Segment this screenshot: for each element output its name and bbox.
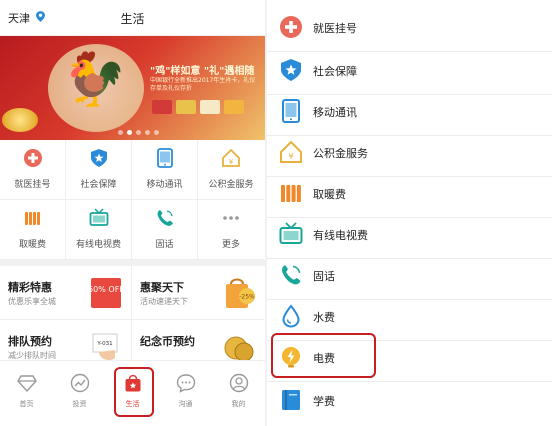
service-heating[interactable]: 取暖费 bbox=[0, 200, 66, 260]
user-icon bbox=[229, 373, 248, 393]
bank-card-image bbox=[152, 100, 172, 114]
carousel-dot[interactable] bbox=[136, 130, 141, 135]
tab-label: 投资 bbox=[72, 400, 87, 408]
service-housing-fund[interactable]: ¥ 公积金服务 bbox=[198, 140, 264, 200]
top-bar: 天津 生活 bbox=[0, 0, 265, 36]
promo-banner[interactable]: 🐓 "鸡"样如意 "礼"遇相随 中国银行全新推出2017年生肖卡，礼仪存单及礼仪… bbox=[0, 36, 265, 140]
svg-text:¥: ¥ bbox=[288, 152, 293, 161]
tab-chat[interactable]: 沟通 bbox=[159, 373, 212, 417]
promo-global-deals[interactable]: 惠聚天下 活动速递天下 -25% bbox=[132, 266, 264, 320]
svg-text:¥: ¥ bbox=[229, 158, 234, 166]
water-drop-icon bbox=[282, 304, 300, 328]
house-icon: ¥ bbox=[280, 140, 302, 163]
radiator-icon bbox=[25, 212, 40, 225]
bank-card-image bbox=[176, 100, 196, 114]
service-cable-tv[interactable]: 有线电视费 bbox=[66, 200, 132, 260]
service-social-security[interactable]: 社会保障 bbox=[66, 140, 132, 200]
list-item-label: 水费 bbox=[313, 311, 335, 324]
service-mobile[interactable]: 移动通讯 bbox=[132, 140, 198, 200]
tab-me[interactable]: 我的 bbox=[212, 373, 265, 417]
diamond-icon bbox=[16, 375, 37, 393]
page-title: 生活 bbox=[120, 12, 145, 26]
shield-star-icon bbox=[91, 149, 107, 167]
carousel-dot[interactable] bbox=[145, 130, 150, 135]
tv-icon bbox=[279, 222, 303, 244]
promo-badge: 50% OFF bbox=[89, 285, 123, 294]
list-item-label: 学费 bbox=[313, 395, 335, 408]
gold-ingot-icon bbox=[2, 108, 38, 132]
list-item-label: 公积金服务 bbox=[313, 147, 368, 160]
promo-special-offers[interactable]: 精彩特惠 优惠乐享全城 50% OFF bbox=[0, 266, 132, 320]
tab-home[interactable]: 首页 bbox=[0, 373, 53, 417]
carousel-indicator bbox=[118, 130, 159, 135]
list-item-label: 固话 bbox=[313, 270, 335, 283]
service-grid: 就医挂号 社会保障 移动通讯 ¥ 公积金服务 取暖费 有线电视费 固话 更多 bbox=[0, 140, 265, 260]
life-screen: 天津 生活 🐓 "鸡"样如意 "礼"遇相随 中国银行全新推出2017年生肖卡，礼… bbox=[0, 0, 265, 426]
tab-highlight-box bbox=[114, 367, 154, 417]
list-item-medical[interactable]: 就医挂号 bbox=[267, 3, 552, 52]
list-item-label: 移动通讯 bbox=[313, 106, 357, 119]
electricity-highlight-box bbox=[271, 333, 376, 378]
service-label: 取暖费 bbox=[18, 240, 46, 250]
service-more[interactable]: 更多 bbox=[198, 200, 264, 260]
tab-label: 沟通 bbox=[178, 400, 193, 408]
promo-subtitle: 活动速递天下 bbox=[140, 297, 188, 306]
list-item-label: 社会保障 bbox=[313, 65, 357, 78]
list-item-label: 就医挂号 bbox=[313, 22, 357, 35]
promo-badge: Y-031 bbox=[96, 341, 112, 347]
service-label: 就医挂号 bbox=[14, 180, 51, 190]
tab-label: 我的 bbox=[231, 400, 246, 408]
promo-title: 惠聚天下 bbox=[140, 281, 184, 294]
bank-card-image bbox=[200, 100, 220, 114]
more-icon bbox=[223, 216, 239, 220]
list-item-tuition[interactable]: 学费 bbox=[267, 376, 552, 425]
tv-icon bbox=[89, 208, 109, 226]
banner-headline: "鸡"样如意 "礼"遇相随 bbox=[150, 66, 255, 77]
service-landline[interactable]: 固话 bbox=[132, 200, 198, 260]
medical-plus-icon bbox=[24, 149, 42, 167]
phone-icon bbox=[282, 265, 301, 285]
service-label: 公积金服务 bbox=[208, 180, 254, 190]
service-label: 社会保障 bbox=[80, 180, 117, 190]
chat-icon bbox=[176, 374, 195, 393]
book-icon bbox=[282, 390, 300, 410]
house-icon: ¥ bbox=[222, 148, 240, 167]
shield-star-icon bbox=[281, 59, 301, 81]
medical-plus-icon bbox=[280, 16, 302, 38]
tablet-icon bbox=[157, 148, 173, 168]
tab-label: 首页 bbox=[19, 400, 34, 408]
discount-tag-icon: 50% OFF bbox=[89, 278, 123, 308]
carousel-dot-active[interactable] bbox=[127, 130, 132, 135]
promo-title: 排队预约 bbox=[8, 335, 52, 348]
promo-title: 精彩特惠 bbox=[8, 281, 52, 294]
carousel-dot[interactable] bbox=[154, 130, 159, 135]
service-label: 有线电视费 bbox=[75, 240, 121, 250]
list-item-label: 有线电视费 bbox=[313, 229, 368, 242]
banner-subtitle: 中国银行全新推出2017年生肖卡，礼仪存单及礼仪存折 bbox=[150, 77, 256, 93]
service-label: 更多 bbox=[221, 240, 240, 250]
promo-title: 纪念币预约 bbox=[140, 335, 195, 348]
list-item-label: 取暖费 bbox=[313, 188, 346, 201]
shopping-bag-icon: -25% bbox=[226, 278, 255, 308]
service-label: 移动通讯 bbox=[146, 180, 183, 190]
tab-invest[interactable]: 投资 bbox=[53, 373, 106, 417]
phone-icon bbox=[157, 210, 173, 226]
promo-badge: -25% bbox=[239, 294, 255, 301]
radiator-icon bbox=[281, 185, 301, 202]
service-label: 固话 bbox=[155, 240, 174, 250]
bank-card-image bbox=[224, 100, 244, 114]
tablet-icon bbox=[282, 99, 300, 123]
promo-subtitle: 优惠乐享全城 bbox=[8, 297, 56, 306]
service-medical[interactable]: 就医挂号 bbox=[0, 140, 66, 200]
trend-icon bbox=[70, 373, 89, 393]
rooster-icon: 🐓 bbox=[62, 50, 127, 110]
carousel-dot[interactable] bbox=[118, 130, 123, 135]
